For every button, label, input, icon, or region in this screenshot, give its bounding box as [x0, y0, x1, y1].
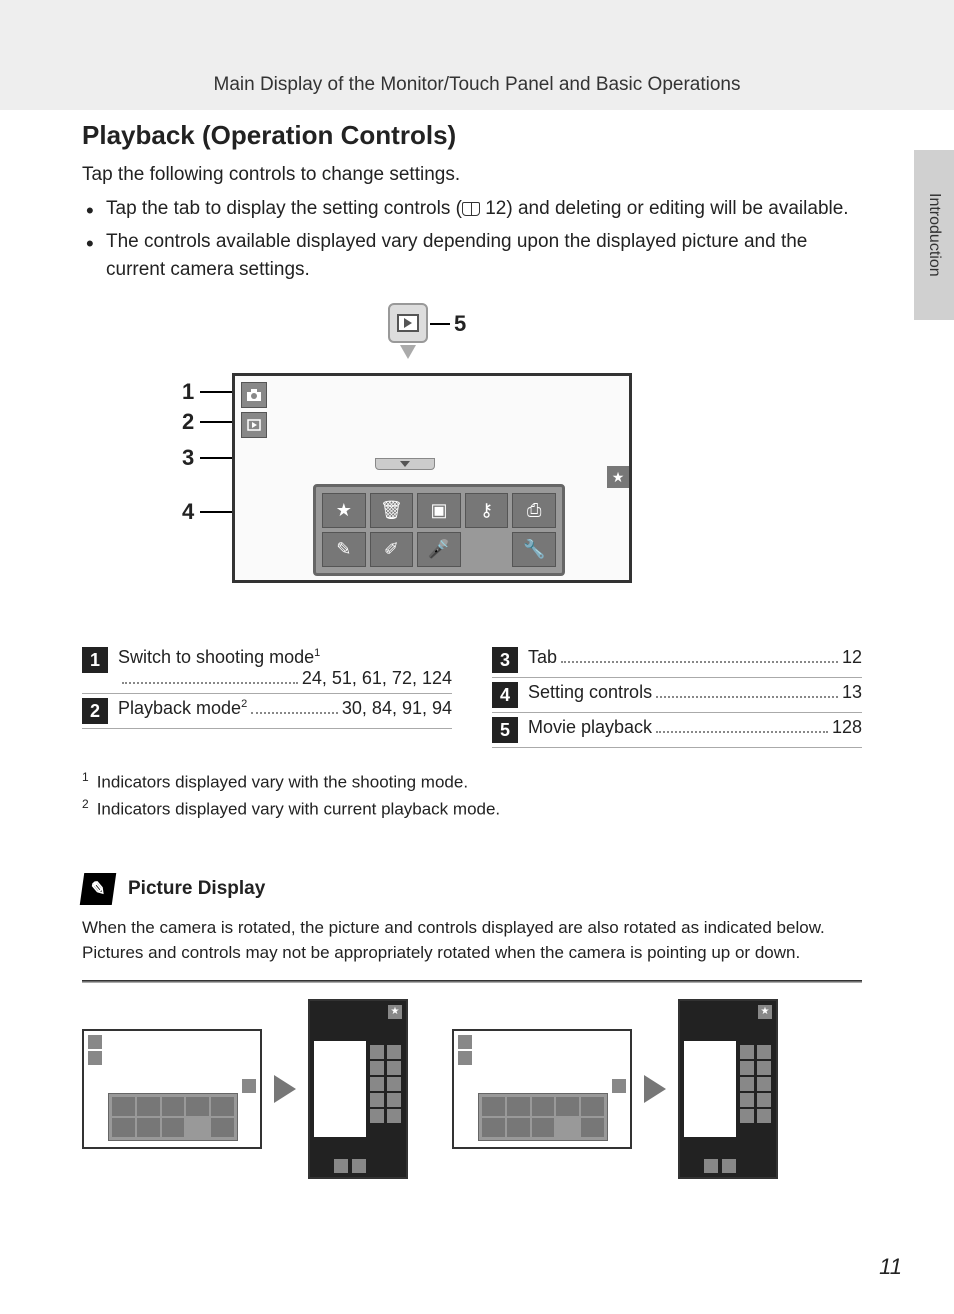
header-text: Main Display of the Monitor/Touch Panel …: [214, 74, 741, 95]
rating-icon[interactable]: ★: [322, 493, 366, 528]
side-tab[interactable]: Introduction: [914, 150, 954, 320]
arrow-right-icon: [274, 1075, 296, 1103]
bullet-item: Tap the tab to display the setting contr…: [106, 195, 862, 223]
tab-handle[interactable]: [375, 458, 435, 470]
footnotes: 1Indicators displayed vary with the shoo…: [82, 768, 862, 822]
playback-icon: [246, 418, 262, 432]
rotation-illustration: ★ ★: [82, 999, 862, 1179]
intro-text: Tap the following controls to change set…: [82, 161, 862, 189]
delete-icon[interactable]: 🗑: [370, 493, 414, 528]
setup-icon[interactable]: 🔧: [512, 532, 556, 567]
landscape-thumb: [452, 1029, 632, 1149]
camera-screen: ★ ★ 🗑 ▣ ⚷ ⎙ ✎ ✐ 🎤 🔧: [232, 373, 632, 583]
callout-1: 1: [182, 379, 194, 405]
arrow-right-icon: [644, 1075, 666, 1103]
play-icon: [404, 318, 412, 328]
ref-badge: 2: [82, 698, 108, 724]
callout-2: 2: [182, 409, 194, 435]
ref-badge: 3: [492, 647, 518, 673]
camera-icon: [246, 388, 262, 402]
ref-row: 1 Switch to shooting mode1 24, 51, 61, 7…: [82, 643, 452, 694]
book-icon: [462, 202, 480, 216]
setting-controls-panel: ★ 🗑 ▣ ⚷ ⎙ ✎ ✐ 🎤 🔧: [313, 484, 565, 576]
callout-4: 4: [182, 499, 194, 525]
landscape-thumb: [82, 1029, 262, 1149]
bullet-item: The controls available displayed vary de…: [106, 228, 862, 283]
playback-diagram: 5 1 2 3 4 ★ ★ 🗑 ▣ ⚷ ⎙ ✎ ✐: [192, 313, 752, 603]
rating-side-button[interactable]: ★: [607, 466, 629, 488]
side-tab-label: Introduction: [925, 193, 943, 277]
print-icon[interactable]: ⎙: [512, 493, 556, 528]
shooting-mode-button[interactable]: [241, 382, 267, 408]
portrait-thumb: ★: [678, 999, 778, 1179]
bullet-list: Tap the tab to display the setting contr…: [82, 195, 862, 284]
callout-5: 5: [454, 311, 466, 337]
slideshow-icon[interactable]: ▣: [417, 493, 461, 528]
protect-icon[interactable]: ⚷: [465, 493, 509, 528]
voice-memo-icon[interactable]: 🎤: [417, 532, 461, 567]
ref-badge: 1: [82, 647, 108, 673]
section-divider: [82, 980, 862, 983]
reference-table: 1 Switch to shooting mode1 24, 51, 61, 7…: [82, 643, 862, 748]
note-pencil-icon: ✎: [80, 873, 116, 905]
section-title: ✎ Picture Display: [82, 873, 862, 905]
ref-row: 4 Setting controls 13: [492, 678, 862, 713]
ref-row: 5 Movie playback 128: [492, 713, 862, 748]
movie-playback-callout: [388, 303, 428, 343]
retouch-icon[interactable]: ✐: [370, 532, 414, 567]
ref-row: 2 Playback mode2 30, 84, 91, 94: [82, 694, 452, 729]
ref-row: 3 Tab 12: [492, 643, 862, 678]
ref-badge: 5: [492, 717, 518, 743]
header-bar: Main Display of the Monitor/Touch Panel …: [0, 0, 954, 110]
callout-3: 3: [182, 445, 194, 471]
page-number: 11: [879, 1254, 902, 1280]
ref-badge: 4: [492, 682, 518, 708]
paint-icon[interactable]: ✎: [322, 532, 366, 567]
page-title: Playback (Operation Controls): [82, 120, 862, 151]
portrait-thumb: ★: [308, 999, 408, 1179]
playback-mode-button[interactable]: [241, 412, 267, 438]
picture-desc: When the camera is rotated, the picture …: [82, 915, 862, 966]
